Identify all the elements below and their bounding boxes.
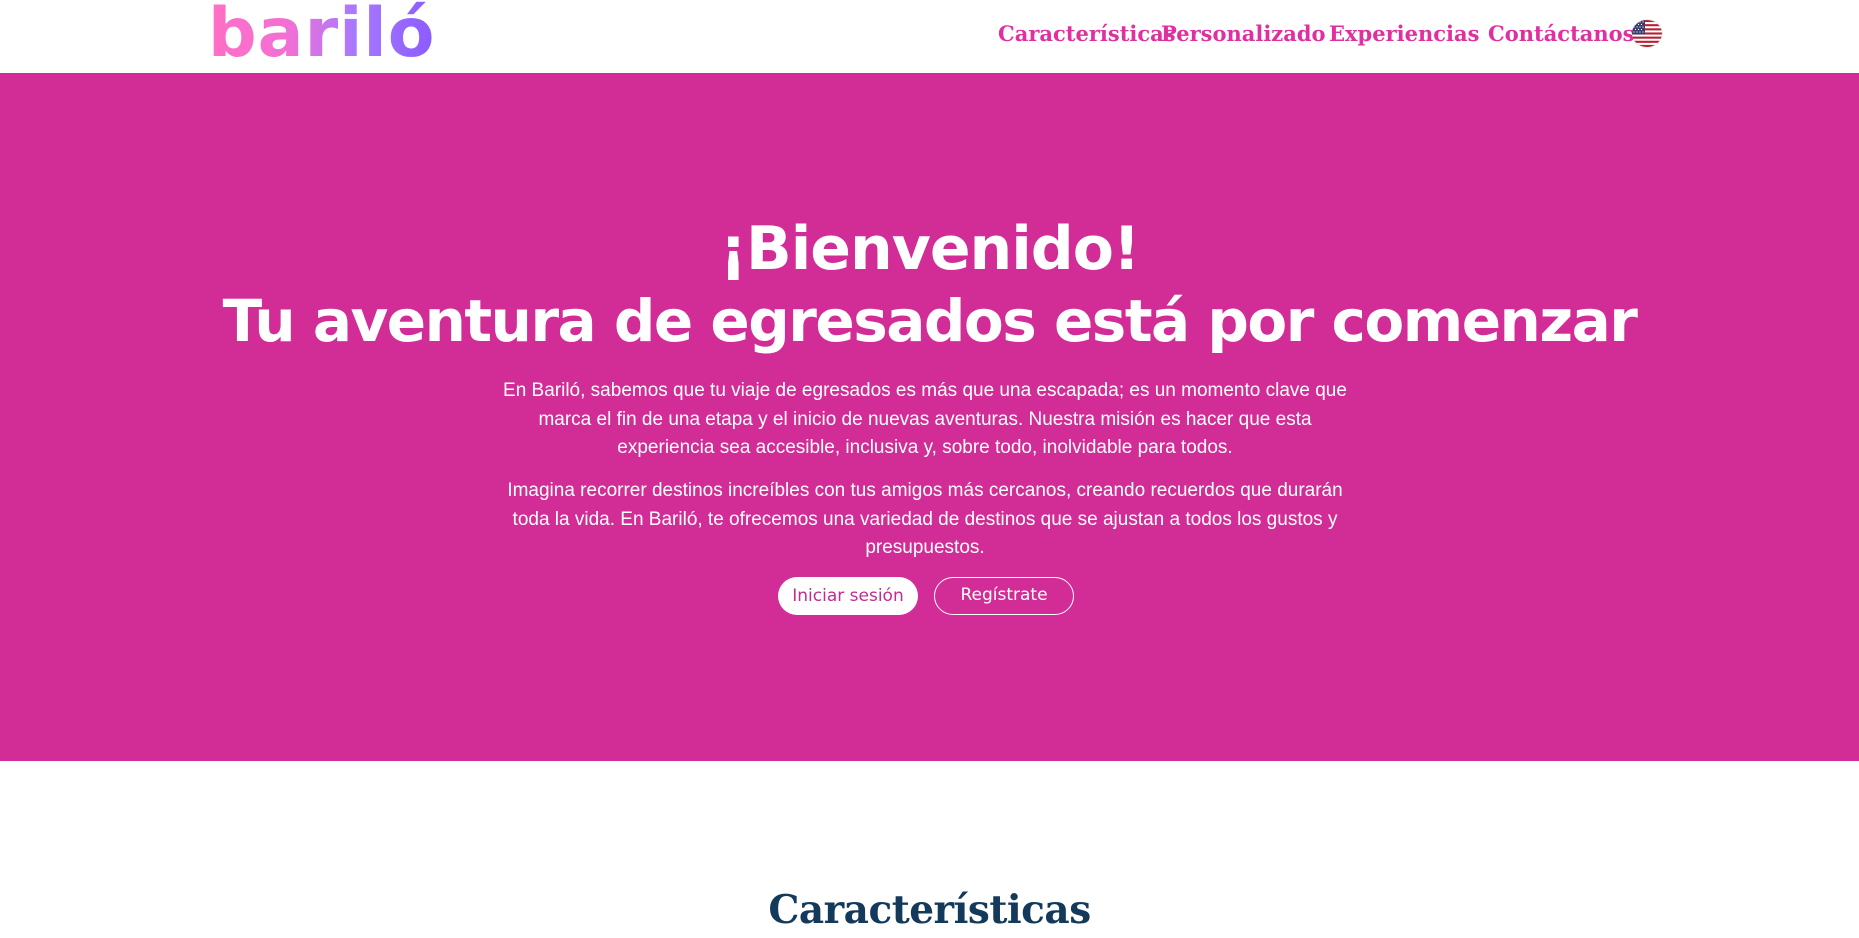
- us-flag-icon[interactable]: [1632, 20, 1662, 47]
- hero-paragraph-destinations: Imagina recorrer destinos increíbles con…: [507, 480, 1343, 558]
- hero-title-welcome: ¡Bienvenido!: [719, 214, 1141, 284]
- hero-title-subtitle: Tu aventura de egresados está por comenz…: [222, 287, 1638, 355]
- hero-section: ¡Bienvenido! Tu aventura de egresados es…: [0, 73, 1859, 761]
- hero-paragraph-intro: En Bariló, sabemos que tu viaje de egres…: [503, 380, 1347, 458]
- nav-link-experiencias[interactable]: Experiencias: [1329, 20, 1479, 48]
- nav-link-contactanos[interactable]: Contáctanos: [1488, 20, 1635, 48]
- navbar: bariló Características Personalizado Exp…: [0, 0, 1859, 73]
- features-section-title: Características: [768, 887, 1091, 933]
- nav-menu: Características Personalizado Experienci…: [0, 20, 1859, 50]
- nav-link-personalizado[interactable]: Personalizado: [1161, 20, 1326, 48]
- nav-link-caracteristicas[interactable]: Características: [998, 20, 1176, 48]
- register-button[interactable]: Regístrate: [934, 577, 1074, 615]
- login-button[interactable]: Iniciar sesión: [778, 577, 918, 615]
